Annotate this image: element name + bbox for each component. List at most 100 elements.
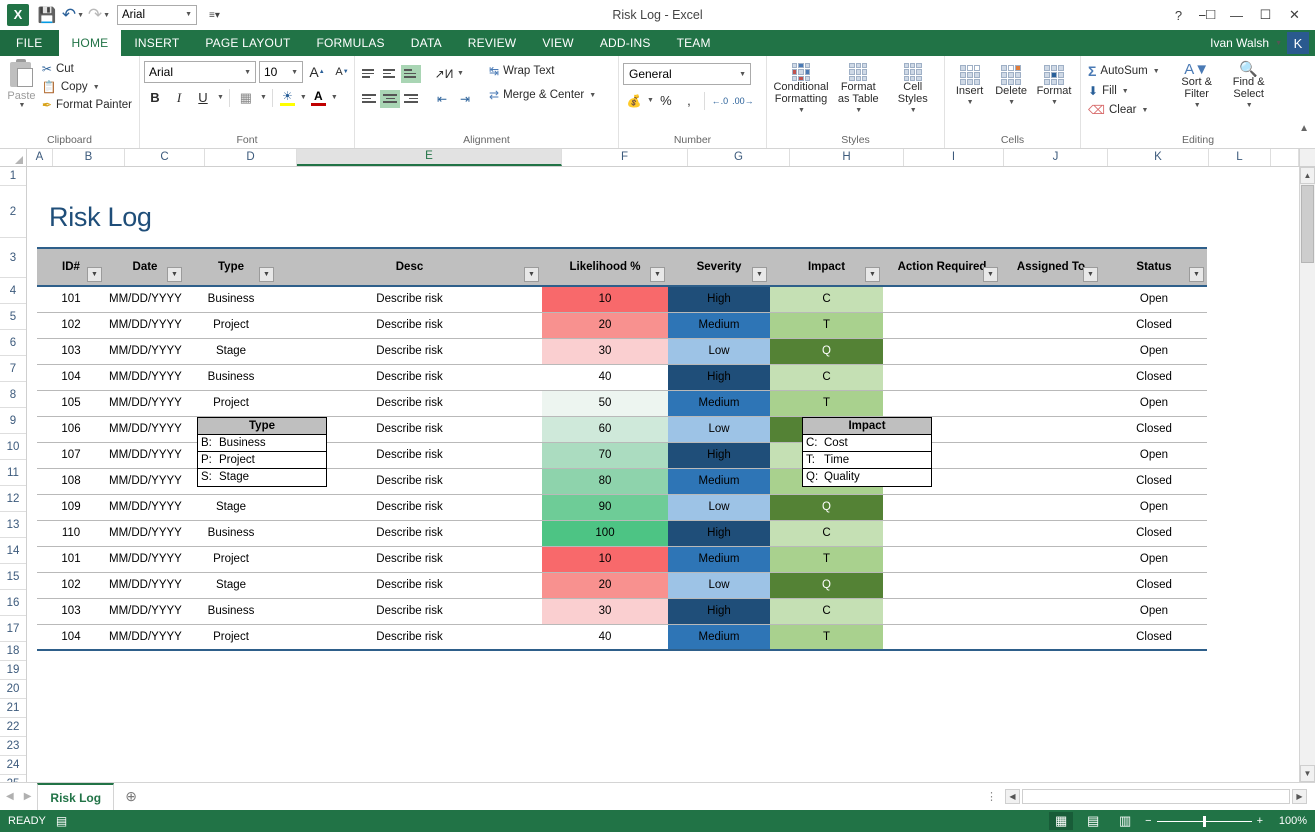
cell-status[interactable]: Closed (1101, 364, 1207, 391)
cell-assigned-to[interactable] (1001, 390, 1101, 417)
qat-font-name-box[interactable]: Arial ▼ (117, 5, 197, 25)
cell-likelihood[interactable]: 10 (542, 546, 668, 573)
row-header-5[interactable]: 5 (0, 304, 26, 330)
cell-status[interactable]: Open (1101, 442, 1207, 469)
chevron-down-icon[interactable]: ▼ (260, 94, 267, 101)
column-header-severity[interactable]: Severity ▼ (668, 247, 770, 287)
cell-impact[interactable]: T (770, 624, 883, 651)
cell-desc[interactable]: Describe risk (277, 520, 542, 547)
row-header-21[interactable]: 21 (0, 699, 26, 718)
row-header-24[interactable]: 24 (0, 756, 26, 775)
chevron-down-icon[interactable]: ▼ (855, 105, 862, 117)
filter-dropdown-id-icon[interactable]: ▼ (87, 267, 102, 282)
align-middle-button[interactable] (380, 65, 400, 83)
column-header-L[interactable]: L (1209, 149, 1271, 166)
decrease-decimal-icon[interactable]: .00→ (732, 90, 754, 111)
row-header-10[interactable]: 10 (0, 434, 26, 460)
clear-button[interactable]: ⌫ Clear ▼ (1085, 102, 1163, 118)
cell-assigned-to[interactable] (1001, 286, 1101, 313)
chevron-down-icon[interactable]: ▼ (967, 97, 974, 109)
cell-desc[interactable]: Describe risk (277, 598, 542, 625)
row-header-14[interactable]: 14 (0, 538, 26, 564)
chevron-down-icon[interactable]: ▼ (300, 94, 307, 101)
decrease-font-size-button[interactable]: A ▼ (331, 62, 353, 83)
cell-assigned-to[interactable] (1001, 442, 1101, 469)
align-bottom-button[interactable] (401, 64, 421, 83)
cell-severity[interactable]: Low (668, 494, 770, 521)
cell-severity[interactable]: Low (668, 572, 770, 599)
column-header-C[interactable]: C (125, 149, 205, 166)
cell-date[interactable]: MM/DD/YYYY (105, 364, 185, 391)
page-layout-view-button[interactable]: ▤ (1081, 812, 1105, 830)
chevron-down-icon[interactable]: ▼ (1194, 100, 1201, 112)
column-header-A[interactable]: A (27, 149, 53, 166)
undo-icon[interactable]: ↶ ▼ (61, 4, 85, 26)
borders-icon[interactable]: ▦ (235, 87, 257, 108)
bold-button[interactable]: B (144, 87, 166, 108)
cell-type[interactable]: Project (185, 312, 277, 339)
scroll-down-icon[interactable]: ▼ (1300, 765, 1315, 782)
filter-dropdown-action-icon[interactable]: ▼ (983, 267, 998, 282)
column-header-likelihood[interactable]: Likelihood % ▼ (542, 247, 668, 287)
orientation-icon[interactable]: ↗И (433, 63, 455, 84)
zoom-track[interactable] (1156, 815, 1252, 827)
row-header-22[interactable]: 22 (0, 718, 26, 737)
chevron-down-icon[interactable]: ▼ (185, 6, 192, 24)
row-header-16[interactable]: 16 (0, 590, 26, 616)
align-left-button[interactable] (359, 90, 379, 108)
align-right-button[interactable] (401, 90, 421, 108)
cell-likelihood[interactable]: 90 (542, 494, 668, 521)
zoom-slider[interactable]: − + (1145, 815, 1263, 827)
cell-id[interactable]: 103 (37, 338, 105, 365)
tab-home[interactable]: HOME (58, 30, 122, 56)
scroll-left-icon[interactable]: ◀ (1005, 789, 1020, 804)
filter-dropdown-status-icon[interactable]: ▼ (1189, 267, 1204, 282)
chevron-down-icon[interactable]: ▼ (331, 94, 338, 101)
cell-desc[interactable]: Describe risk (277, 546, 542, 573)
cell-impact[interactable]: T (770, 390, 883, 417)
zoom-in-button[interactable]: + (1257, 815, 1263, 827)
increase-indent-icon[interactable]: ⇥ (454, 88, 476, 109)
number-format-select[interactable]: General ▼ (623, 63, 751, 85)
tab-insert[interactable]: INSERT (121, 30, 192, 56)
sheet-tab-risk-log[interactable]: Risk Log (37, 783, 115, 810)
cell-likelihood[interactable]: 100 (542, 520, 668, 547)
vertical-scroll-thumb[interactable] (1301, 185, 1314, 263)
cell-date[interactable]: MM/DD/YYYY (105, 286, 185, 313)
row-header-25[interactable]: 25 (0, 775, 26, 782)
cell-desc[interactable]: Describe risk (277, 494, 542, 521)
column-header-H[interactable]: H (790, 149, 904, 166)
cell-action-required[interactable] (883, 286, 1001, 313)
close-button[interactable]: ✕ (1280, 2, 1309, 28)
tab-formulas[interactable]: FORMULAS (303, 30, 397, 56)
row-header-17[interactable]: 17 (0, 616, 26, 642)
insert-cells-button[interactable]: Insert ▼ (949, 63, 990, 111)
tab-add-ins[interactable]: ADD-INS (587, 30, 664, 56)
row-header-3[interactable]: 3 (0, 238, 26, 278)
cell-assigned-to[interactable] (1001, 312, 1101, 339)
chevron-down-icon[interactable]: ▼ (1141, 107, 1148, 114)
font-name-input[interactable]: Arial ▼ (144, 61, 256, 83)
maximize-button[interactable]: ☐ (1251, 2, 1280, 28)
autosum-button[interactable]: Σ AutoSum ▼ (1085, 62, 1163, 80)
column-header-assigned-to[interactable]: Assigned To ▼ (1001, 247, 1101, 287)
column-header-B[interactable]: B (53, 149, 125, 166)
cell-severity[interactable]: Low (668, 416, 770, 443)
column-header-J[interactable]: J (1004, 149, 1108, 166)
row-header-9[interactable]: 9 (0, 408, 26, 434)
decrease-indent-icon[interactable]: ⇤ (431, 88, 453, 109)
cell-likelihood[interactable]: 50 (542, 390, 668, 417)
cell-likelihood[interactable]: 60 (542, 416, 668, 443)
add-sheet-icon[interactable]: ⊕ (114, 783, 148, 810)
fill-button[interactable]: ⬇ Fill ▼ (1085, 83, 1163, 99)
row-header-18[interactable]: 18 (0, 642, 26, 661)
format-painter-button[interactable]: ✒ Format Painter (39, 97, 135, 113)
format-as-table-button[interactable]: Format as Table ▼ (831, 61, 886, 119)
cell-action-required[interactable] (883, 390, 1001, 417)
filter-dropdown-assigned-icon[interactable]: ▼ (1083, 267, 1098, 282)
cell-date[interactable]: MM/DD/YYYY (105, 468, 185, 495)
cell-date[interactable]: MM/DD/YYYY (105, 416, 185, 443)
cell-date[interactable]: MM/DD/YYYY (105, 338, 185, 365)
cell-impact[interactable]: C (770, 520, 883, 547)
cell-assigned-to[interactable] (1001, 494, 1101, 521)
